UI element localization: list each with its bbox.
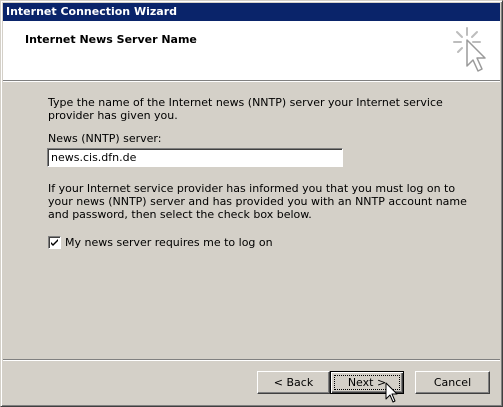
back-button[interactable]: < Back <box>257 371 330 394</box>
focus-rect <box>334 375 400 390</box>
logon-info-text: If your Internet service provider has in… <box>48 182 473 221</box>
intro-paragraph: Type the name of the Internet news (NNTP… <box>48 96 443 122</box>
checkmark-icon <box>51 239 58 246</box>
logon-info-paragraph: If your Internet service provider has in… <box>48 182 467 221</box>
server-field-label: News (NNTP) server: <box>48 132 162 145</box>
wizard-header: Internet News Server Name <box>3 21 500 81</box>
logon-checkbox-row[interactable]: My news server requires me to log on <box>48 236 273 249</box>
window-title: Internet Connection Wizard <box>6 5 177 18</box>
news-server-input[interactable] <box>47 148 343 167</box>
logon-checkbox-label[interactable]: My news server requires me to log on <box>65 236 273 249</box>
logon-checkbox[interactable] <box>48 236 61 249</box>
cancel-button[interactable]: Cancel <box>415 371 490 394</box>
page-title: Internet News Server Name <box>25 33 197 46</box>
title-bar[interactable]: Internet Connection Wizard <box>3 3 500 21</box>
next-button[interactable]: Next > <box>330 371 404 394</box>
wizard-click-cursor-icon <box>453 27 486 72</box>
wizard-window: Internet Connection Wizard Internet News… <box>0 0 503 407</box>
footer-separator <box>3 359 500 361</box>
intro-text: Type the name of the Internet news (NNTP… <box>48 96 468 122</box>
